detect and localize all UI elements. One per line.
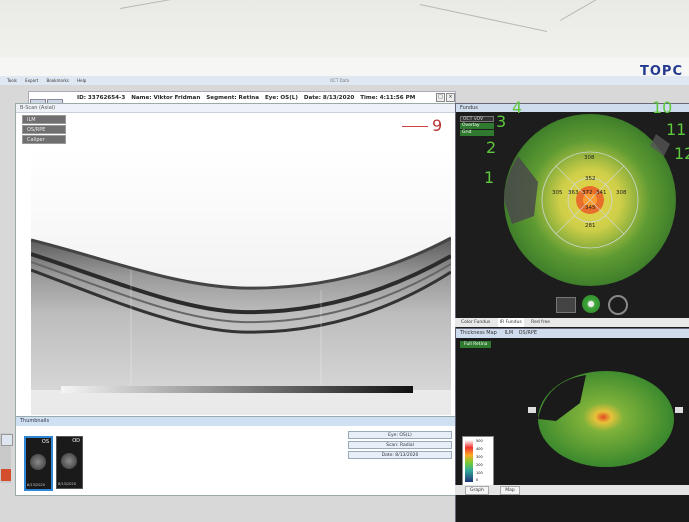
menu-item-tools[interactable]: Tools	[7, 76, 17, 85]
background-wall	[0, 0, 689, 58]
tab-os-rpe[interactable]: OS/RPE	[519, 330, 537, 336]
thumbnail-date: 8/13/2020	[58, 482, 76, 486]
close-icon[interactable]: ×	[446, 93, 455, 102]
layer-button-os-rpe[interactable]: OS/RPE	[22, 125, 66, 134]
grid-value-superior-outer: 308	[584, 155, 595, 161]
fundus-tabs: Color Fundus IR Fundus Red free	[455, 318, 689, 327]
thumbnails-panel: Thumbnails OS 8/13/2020 OD 8/13/2020 Eye…	[15, 416, 457, 496]
grid-value-temporal-inner: 363	[568, 190, 579, 196]
thickness-header: Thickness Map ILM OS/RPE	[456, 329, 689, 338]
grid-value-nasal-inner: 341	[596, 190, 607, 196]
thumbnail-os[interactable]: OS 8/13/2020	[24, 436, 53, 491]
bscan-title: B-Scan (Axial)	[16, 104, 456, 113]
thickness-title: Thickness Map	[460, 330, 497, 336]
thumbnails-title: Thumbnails	[16, 417, 456, 426]
thumbnail-fundus	[30, 454, 46, 470]
scale-value: 400	[476, 447, 483, 451]
thumbnail-label: OS	[41, 439, 49, 445]
tab-graph[interactable]: Graph	[465, 486, 489, 495]
scale-value: 200	[476, 463, 483, 467]
wall-crack	[419, 4, 548, 33]
fundus-thickness-map[interactable]	[498, 112, 688, 290]
map-left-marker	[528, 407, 536, 413]
annotation-arrow	[402, 126, 428, 127]
color-scale-bar	[465, 440, 473, 482]
tab-map[interactable]: Map	[500, 486, 520, 495]
handwritten-number: 2	[486, 138, 497, 157]
thickness-view-icon[interactable]	[582, 295, 600, 313]
filter-eye-button[interactable]: Eye: OS(L)	[348, 431, 452, 439]
handwritten-number: 1	[484, 168, 495, 187]
maximize-icon[interactable]: □	[436, 93, 445, 102]
handwritten-number: 12	[674, 144, 689, 163]
bscan-panel: B-Scan (Axial) ILM OS/RPE Caliper 9	[15, 103, 457, 430]
thickness-color-scale: 500 400 300 200 100 0	[462, 436, 494, 486]
filter-date-button[interactable]: Date: 8/13/2020	[348, 451, 452, 459]
scale-value: 300	[476, 455, 483, 459]
layer-button-caliper[interactable]: Caliper	[22, 135, 66, 144]
thumbnail-date: 8/13/2020	[27, 483, 45, 487]
grid-value-superior-inner: 352	[585, 176, 596, 182]
grid-value-temporal-outer: 305	[552, 190, 563, 196]
fundus-view-icon[interactable]	[556, 297, 576, 313]
tab-color-fundus[interactable]: Color Fundus	[461, 318, 490, 327]
overlay-button[interactable]: Overlay	[460, 123, 494, 129]
app-screen: Tools Export Bookmarks Help OCT Data ID:…	[0, 76, 689, 522]
side-thumb-button[interactable]	[1, 434, 13, 446]
thumbnail-fundus	[61, 453, 77, 469]
handwritten-number: 11	[666, 120, 687, 139]
grid-value-center: 372	[582, 190, 593, 196]
scale-value: 100	[476, 471, 483, 475]
scale-value: 500	[476, 439, 483, 443]
grid-button[interactable]: Grid	[460, 130, 494, 136]
layer-button-ilm[interactable]: ILM	[22, 115, 66, 124]
fundus-panel: Fundus OCT vOV Overlay Grid 308 352 305 …	[455, 98, 689, 329]
menu-item-bookmarks[interactable]: Bookmarks	[47, 76, 69, 85]
thickness-bottom-tabs: Graph Map	[455, 485, 689, 495]
grid-value-inferior-outer: 281	[585, 223, 596, 229]
map-right-marker	[675, 407, 683, 413]
oct-overlay-button[interactable]: OCT vOV	[460, 116, 494, 122]
wall-crack	[120, 0, 209, 9]
tab-ilm[interactable]: ILM	[504, 330, 513, 336]
grid-value-nasal-outer: 308	[616, 190, 627, 196]
grid-value-inferior-inner: 345	[585, 205, 596, 211]
handwritten-number: 4	[512, 98, 523, 117]
side-alert-button[interactable]	[1, 469, 11, 481]
thumbnail-od[interactable]: OD 8/13/2020	[56, 436, 83, 489]
target-view-icon[interactable]	[608, 295, 628, 315]
handwritten-number: 10	[652, 98, 673, 117]
tab-red-free[interactable]: Red free	[531, 318, 550, 327]
menu-item-help[interactable]: Help	[77, 76, 86, 85]
filter-scan-button[interactable]: Scan: Radial	[348, 441, 452, 449]
tab-ir-fundus[interactable]: IR Fundus	[497, 318, 524, 327]
window-title: OCT Data	[330, 78, 350, 83]
menu-item-export[interactable]: Export	[25, 76, 38, 85]
thumbnail-label: OD	[72, 438, 80, 444]
thickness-subtitle: Full Retina	[460, 341, 492, 348]
handwritten-number: 3	[496, 112, 507, 131]
wall-crack	[560, 0, 613, 21]
bscan-image[interactable]	[31, 150, 451, 415]
annotation-number: 9	[432, 116, 443, 135]
scale-value: 0	[476, 478, 479, 482]
thickness-map-image[interactable]	[536, 369, 676, 469]
